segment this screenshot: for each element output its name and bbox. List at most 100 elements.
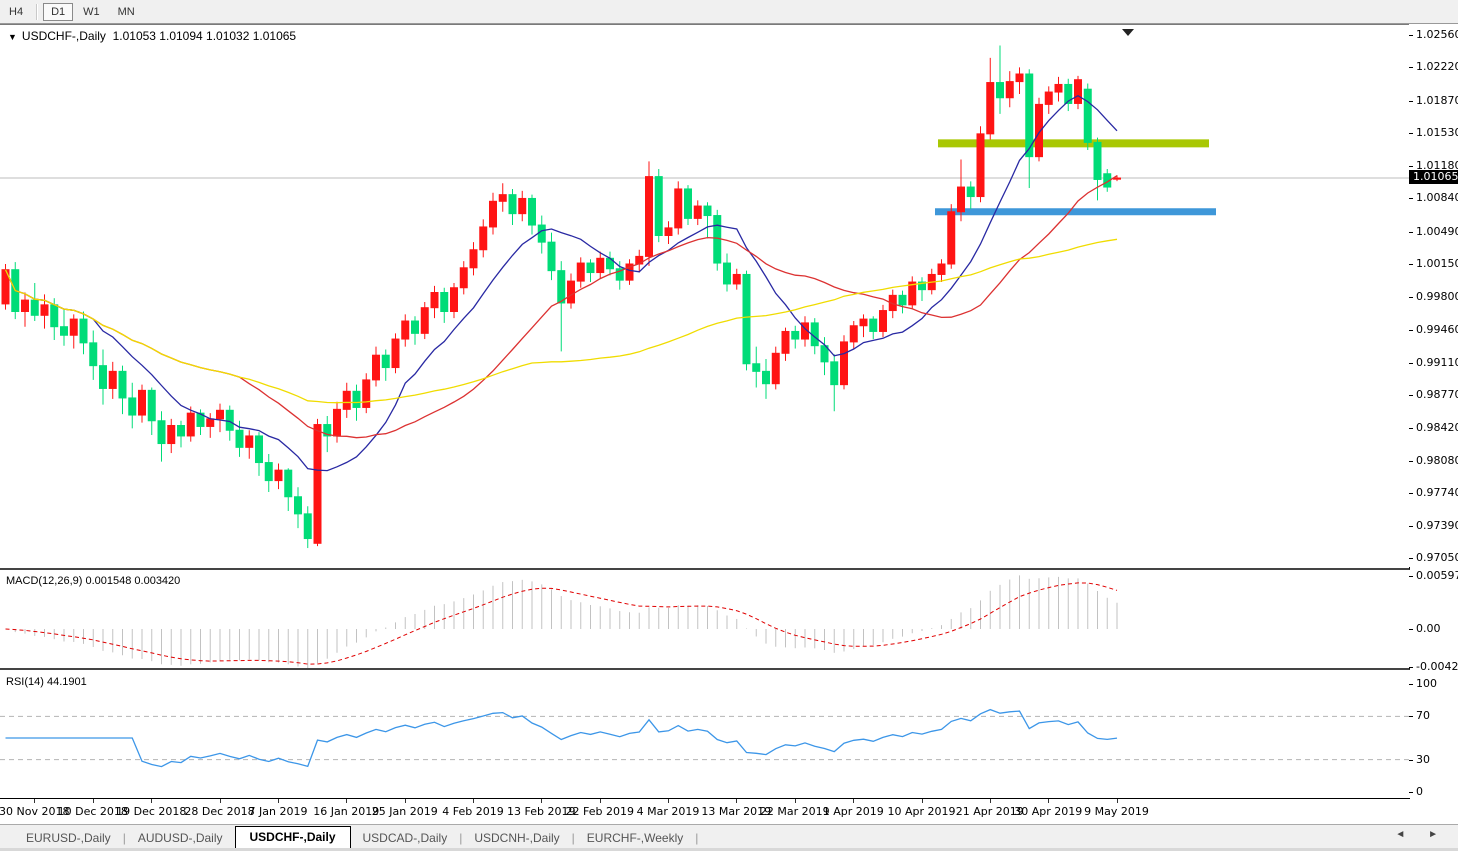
candle-body — [41, 305, 48, 315]
price-axis-tick — [1409, 264, 1413, 265]
chart-tab-usdcad[interactable]: USDCAD-,Daily — [351, 828, 460, 849]
date-axis-tick — [278, 799, 279, 803]
candle-body — [646, 177, 653, 257]
candle-body — [295, 497, 302, 514]
candle-body — [841, 342, 848, 385]
price-axis-tick — [1409, 198, 1413, 199]
rsi-axis-label: 100 — [1416, 677, 1437, 690]
date-axis[interactable]: 30 Nov 201810 Dec 201819 Dec 201828 Dec … — [0, 799, 1409, 823]
candle-body — [80, 319, 87, 343]
price-axis-tick — [1409, 428, 1413, 429]
price-axis-tick — [1409, 363, 1413, 364]
macd-axis-tick — [1409, 629, 1413, 630]
candle-body — [382, 355, 389, 367]
rsi-axis-label: 30 — [1416, 753, 1430, 766]
date-axis-label: 7 Jan 2019 — [249, 805, 308, 818]
candle-body — [860, 319, 867, 326]
price-axis-label: 1.00840 — [1416, 191, 1458, 204]
price-axis-label: 0.99460 — [1416, 323, 1458, 336]
date-axis-label: 16 Jan 2019 — [313, 805, 379, 818]
price-axis-tick — [1409, 526, 1413, 527]
price-axis[interactable]: 1.025601.022201.018701.015301.011801.008… — [1409, 24, 1458, 567]
rsi-axis-label: 0 — [1416, 785, 1423, 798]
rsi-axis-tick — [1409, 684, 1413, 685]
price-axis-tick — [1409, 461, 1413, 462]
rsi-axis-label: 70 — [1416, 709, 1430, 722]
candle-body — [1094, 142, 1101, 179]
price-axis-tick — [1409, 35, 1413, 36]
timeframe-button-d1[interactable]: D1 — [43, 3, 73, 21]
timeframe-button-w1[interactable]: W1 — [75, 3, 108, 21]
candle-body — [1114, 178, 1121, 179]
date-axis-label: 4 Mar 2019 — [637, 805, 700, 818]
candle-body — [577, 263, 584, 281]
candle-body — [207, 419, 214, 427]
date-axis-label: 28 Dec 2018 — [184, 805, 254, 818]
candle-body — [1006, 82, 1013, 98]
date-axis-tick — [34, 799, 35, 803]
candle-body — [958, 187, 965, 212]
candle-body — [441, 293, 448, 312]
candle-body — [22, 300, 29, 311]
collapse-triangle-icon[interactable]: ▼ — [8, 32, 17, 42]
date-axis-tick — [668, 799, 669, 803]
chart-tab-eurusd[interactable]: EURUSD-,Daily — [14, 828, 123, 849]
macd-axis-tick — [1409, 576, 1413, 577]
rsi-axis-tick — [1409, 716, 1413, 717]
chart-shift-marker-icon[interactable] — [1122, 29, 1134, 36]
date-axis-tick — [990, 799, 991, 803]
price-axis-tick — [1409, 101, 1413, 102]
price-axis-label: 0.97390 — [1416, 519, 1458, 532]
current-price-tag: 1.01065 — [1409, 170, 1458, 184]
price-axis-label: 0.98080 — [1416, 454, 1458, 467]
candle-body — [675, 189, 682, 228]
rsi-axis: 100 70 30 0 — [1409, 672, 1458, 798]
macd-histogram — [6, 575, 1118, 668]
candle-body — [987, 83, 994, 134]
date-axis-label: 9 May 2019 — [1084, 805, 1149, 818]
date-axis-label: 19 Dec 2018 — [116, 805, 186, 818]
timeframe-button-h4[interactable]: H4 — [1, 3, 31, 21]
macd-axis-label: 0.00 — [1416, 622, 1441, 635]
macd-panel[interactable] — [0, 571, 1410, 670]
candle-body — [343, 391, 350, 409]
chart-tab-audusd[interactable]: AUDUSD-,Daily — [126, 828, 235, 849]
candle-body — [412, 321, 419, 333]
date-axis-label: 1 Apr 2019 — [823, 805, 884, 818]
main-price-chart[interactable] — [0, 24, 1410, 570]
price-axis-label: 0.99110 — [1416, 356, 1458, 369]
macd-axis: 0.005970.00-0.004243 — [1409, 571, 1458, 668]
support-band-line[interactable] — [935, 208, 1216, 215]
macd-axis-label: -0.004243 — [1416, 660, 1458, 673]
candle-body — [480, 227, 487, 250]
date-axis-label: 30 Apr 2019 — [1014, 805, 1082, 818]
price-axis-tick — [1409, 166, 1413, 167]
chart-tab-usdchf[interactable]: USDCHF-,Daily — [235, 826, 351, 849]
date-axis-label: 22 Feb 2019 — [566, 805, 634, 818]
candle-body — [168, 426, 175, 444]
rsi-panel[interactable] — [0, 672, 1410, 799]
candle-body — [431, 293, 438, 308]
candle-body — [558, 271, 565, 303]
macd-axis-label: 0.00597 — [1416, 569, 1458, 582]
date-axis-tick — [736, 799, 737, 803]
candle-body — [51, 305, 58, 327]
price-axis-label: 0.97050 — [1416, 551, 1458, 564]
tab-scroll-arrows[interactable]: ◄ ► — [1395, 829, 1448, 840]
price-axis-label: 0.97740 — [1416, 486, 1458, 499]
chart-tab-usdcnh[interactable]: USDCNH-,Daily — [462, 828, 571, 849]
date-axis-tick — [220, 799, 221, 803]
rsi-axis-tick — [1409, 760, 1413, 761]
price-axis-tick — [1409, 558, 1413, 559]
date-axis-tick — [795, 799, 796, 803]
chart-tab-eurchf[interactable]: EURCHF-,Weekly — [575, 828, 695, 849]
timeframe-button-mn[interactable]: MN — [110, 3, 143, 21]
price-axis-label: 1.02220 — [1416, 60, 1458, 73]
trading-terminal-window: H4 D1W1MN ▼USDCHF-,Daily 1.01053 1.01094 … — [0, 0, 1458, 851]
candle-body — [470, 250, 477, 268]
date-axis-label: 10 Apr 2019 — [887, 805, 955, 818]
chart-title: ▼USDCHF-,Daily 1.01053 1.01094 1.01032 1… — [8, 29, 296, 43]
macd-indicator-label: MACD(12,26,9) 0.001548 0.003420 — [6, 575, 180, 587]
rsi-axis-tick — [1409, 792, 1413, 793]
candle-body — [226, 410, 233, 430]
